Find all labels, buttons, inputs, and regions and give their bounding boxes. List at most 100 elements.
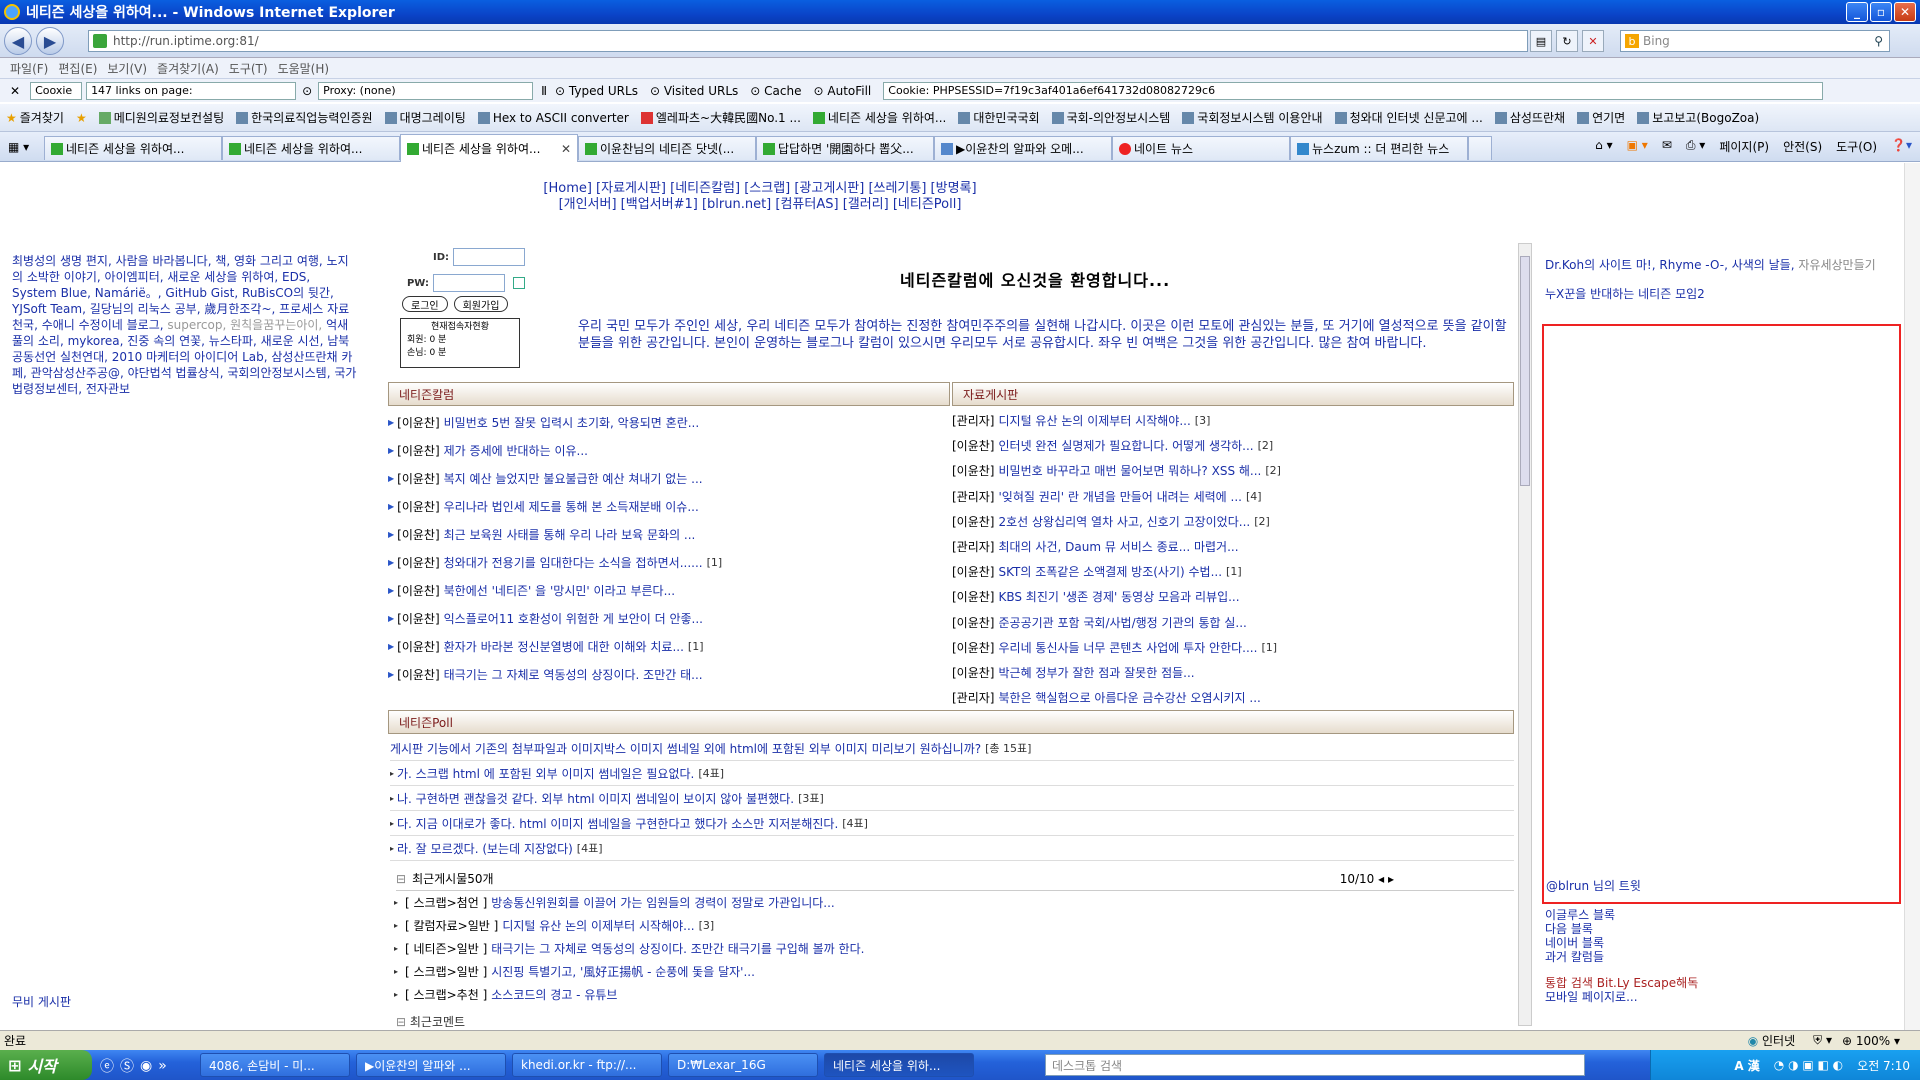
recent-item[interactable]: ▸ [ 스크랩>추천 ] 소스코드의 경고 - 유튜브	[390, 983, 1514, 1006]
search-icon[interactable]: ⚲	[1874, 34, 1883, 48]
tab[interactable]: 답답하면 '開園하다 뽑父...	[756, 136, 934, 160]
item-title-link[interactable]: '잊혀질 권리' 란 개념을 만들어 내려는 세력에 ...	[998, 488, 1241, 505]
fav-item[interactable]: 연기면	[1577, 109, 1625, 126]
tab-close-icon[interactable]: ✕	[561, 142, 571, 156]
toolbar-close-icon[interactable]: ✕	[10, 84, 20, 98]
list-item[interactable]: ▶ [이윤찬] 복지 예산 늘었지만 불요불급한 예산 쳐내기 없는 ...	[388, 464, 948, 492]
tab[interactable]: ▶이윤찬의 알파와 오메...	[934, 136, 1112, 160]
recent-pager[interactable]: 10/10 ◂ ▸	[1340, 872, 1394, 886]
item-title-link[interactable]: 우리네 통신사들 너무 콘텐츠 사업에 투자 안한다....	[998, 639, 1257, 656]
list-item[interactable]: ▶ [이윤찬] 제가 증세에 반대하는 이유...	[388, 436, 948, 464]
site-nav-line1[interactable]: [Home] [자료게시판] [네티즌칼럼] [스크랩] [광고게시판] [쓰레…	[0, 181, 1520, 197]
item-title-link[interactable]: 비밀번호 바꾸라고 매번 물어보면 뭐하나? XSS 해...	[998, 462, 1261, 479]
right-group-link[interactable]: 누X꾼을 반대하는 네티즌 모임2	[1545, 287, 1905, 302]
list-item[interactable]: ▶ [이윤찬] 환자가 바라본 정신분열병에 대한 이해와 치료... [1]	[388, 632, 948, 660]
stop-icon[interactable]: ✕	[1582, 30, 1604, 52]
fav-item[interactable]: 국회정보시스템 이용안내	[1182, 109, 1323, 126]
list-item[interactable]: [이윤찬] KBS 최진기 '생존 경제' 동영상 모음과 리뷰입...	[952, 584, 1512, 609]
item-title-link[interactable]: 2호선 상왕십리역 열차 사고, 신호기 고장이었다...	[998, 513, 1250, 530]
poll-option[interactable]: ▸ 가. 스크랩 html 에 포함된 외부 이미지 썸네일은 필요없다. [4표]	[390, 761, 1514, 786]
item-title-link[interactable]: 소스코드의 경고 - 유튜브	[491, 986, 617, 1003]
mail-icon[interactable]: ✉	[1662, 138, 1672, 155]
poll-option-text[interactable]: 다. 지금 이대로가 좋다. html 이미지 썸네일을 구현한다고 했다가 소…	[397, 815, 838, 832]
item-title-link[interactable]: 방송통신위원회를 이끌어 가는 임원들의 경력이 정말로 가관입니다...	[491, 894, 834, 911]
toolbar-pause-icon[interactable]: Ⅱ	[541, 84, 547, 98]
pw-input[interactable]	[433, 274, 505, 292]
site-nav-line2[interactable]: [개인서버] [백업서버#1] [blrun.net] [컴퓨터AS] [갤러리…	[0, 197, 1520, 213]
cookie-dropdown[interactable]: Cooxie	[30, 81, 83, 100]
list-item[interactable]: [이윤찬] SKT의 조폭같은 소액결제 방조(사기) 수법... [1]	[952, 559, 1512, 584]
item-title-link[interactable]: 제가 증세에 반대하는 이유...	[444, 442, 588, 459]
search-input[interactable]: b Bing ⚲	[1620, 30, 1890, 52]
blog-link[interactable]: 과거 칼럼들	[1545, 950, 1698, 964]
menu-help[interactable]: 도움말(H)	[278, 60, 330, 77]
fav-item[interactable]: 대한민국국회	[958, 109, 1040, 126]
list-item[interactable]: [관리자] '잊혀질 권리' 란 개념을 만들어 내려는 세력에 ... [4]	[952, 484, 1512, 509]
task-button[interactable]: D:₩Lexar_16G	[668, 1053, 818, 1077]
minimize-button[interactable]: _	[1846, 2, 1868, 22]
list-item[interactable]: ▶ [이윤찬] 북한에선 '네티즌' 을 '망시민' 이라고 부른다...	[388, 576, 948, 604]
item-title-link[interactable]: 우리나라 법인세 제도를 통해 본 소득재분배 이슈...	[444, 498, 699, 515]
page-scrollbar[interactable]	[1904, 163, 1920, 1030]
content-scrollbar[interactable]	[1518, 243, 1532, 1026]
menu-view[interactable]: 보기(V)	[107, 60, 147, 77]
item-title-link[interactable]: 박근혜 정부가 잘한 점과 잘못한 점들...	[998, 664, 1194, 681]
poll-option[interactable]: ▸ 나. 구현하면 괜찮을것 같다. 외부 html 이미지 썸네일이 보이지 않…	[390, 786, 1514, 811]
toolbar-settings-icon[interactable]: ⊙	[302, 84, 312, 98]
join-button[interactable]: 회원가입	[453, 296, 509, 312]
mobile-link[interactable]: 모바일 페이지로...	[1545, 990, 1698, 1004]
id-input[interactable]	[453, 248, 525, 266]
poll-option-text[interactable]: 나. 구현하면 괜찮을것 같다. 외부 html 이미지 썸네일이 보이지 않아…	[397, 790, 794, 807]
close-button[interactable]: ✕	[1894, 2, 1916, 22]
new-tab-button[interactable]	[1468, 136, 1492, 160]
forward-button[interactable]: ▶	[36, 27, 64, 55]
tab[interactable]: 네티즌 세상을 위하여...	[44, 136, 222, 160]
poll-option-text[interactable]: 라. 잘 모르겠다. (보는데 지장없다)	[397, 840, 573, 857]
item-title-link[interactable]: 최대의 사건, Daum 뮤 서비스 종료... 마렵거...	[998, 538, 1238, 555]
collapse-icon[interactable]: ⊟	[396, 872, 406, 886]
item-title-link[interactable]: 인터넷 완전 실명제가 필요합니다. 어떻게 생각하...	[998, 437, 1253, 454]
item-title-link[interactable]: 익스플로어11 호환성이 위험한 게 보안이 더 안좋...	[444, 610, 703, 627]
tab-active[interactable]: 네티즌 세상을 위하여... ✕	[400, 134, 578, 162]
list-item[interactable]: [이윤찬] 준공공기관 포함 국회/사법/행정 기관의 통합 실...	[952, 610, 1512, 635]
tab[interactable]: 뉴스zum :: 더 편리한 뉴스	[1290, 136, 1468, 160]
item-title-link[interactable]: 디지털 유산 논의 이제부터 시작해야...	[998, 412, 1190, 429]
task-button-active[interactable]: 네티즌 세상을 위하...	[824, 1053, 974, 1077]
back-button[interactable]: ◀	[4, 27, 32, 55]
fav-item[interactable]: 대명그레이팅	[384, 109, 466, 126]
fav-item[interactable]: 메디원의료정보컨설팅	[98, 109, 224, 126]
blog-link[interactable]: 다음 블록	[1545, 922, 1698, 936]
list-item[interactable]: [관리자] 최대의 사건, Daum 뮤 서비스 종료... 마렵거...	[952, 534, 1512, 559]
recent-item[interactable]: ▸ [ 스크랩>일반 ] 시진핑 특별기고, '風好正揚帆 - 순풍에 돛을 달자'…	[390, 960, 1514, 983]
menu-edit[interactable]: 편집(E)	[58, 60, 97, 77]
item-title-link[interactable]: 태극기는 그 자체로 역동성의 상징이다. 조만간 태...	[444, 666, 703, 683]
item-title-link[interactable]: 환자가 바라본 정신분열병에 대한 이해와 치료...	[444, 638, 684, 655]
menu-tools[interactable]: 도구(T)	[229, 60, 268, 77]
fav-item[interactable]: 청와대 인터넷 신문고에 ...	[1334, 109, 1483, 126]
item-title-link[interactable]: 시진핑 특별기고, '風好正揚帆 - 순풍에 돛을 달자'...	[491, 963, 755, 980]
rss-icon[interactable]: ▣ ▾	[1627, 138, 1648, 155]
movie-board-link[interactable]: 무비 게시판	[12, 993, 71, 1010]
fav-item[interactable]: 보고보고(BogoZoa)	[1637, 109, 1759, 126]
fav-item[interactable]: 삼성뜨란채	[1494, 109, 1565, 126]
proxy-dropdown[interactable]: Proxy: (none)	[318, 81, 534, 100]
item-title-link[interactable]: 태극기는 그 자체로 역동성의 상징이다. 조만간 태극기를 구입해 볼까 한다…	[491, 940, 864, 957]
item-title-link[interactable]: 청와대가 전용기를 임대한다는 소식을 접하면서......	[444, 554, 703, 571]
item-title-link[interactable]: 북한에선 '네티즌' 을 '망시민' 이라고 부른다...	[444, 582, 675, 599]
list-item[interactable]: ▶ [이윤찬] 우리나라 법인세 제도를 통해 본 소득재분배 이슈...	[388, 492, 948, 520]
fav-item[interactable]: 국회-의안정보시스템	[1051, 109, 1170, 126]
item-title-link[interactable]: 최근 보육원 사태를 통해 우리 나라 보육 문화의 ...	[444, 526, 696, 543]
chrome-icon[interactable]: ◉	[140, 1058, 152, 1074]
list-item[interactable]: [이윤찬] 우리네 통신사들 너무 콘텐츠 사업에 투자 안한다.... [1]	[952, 635, 1512, 660]
tab[interactable]: 네티즌 세상을 위하여...	[222, 136, 400, 160]
right-links-gray[interactable]: 자유세상만들기	[1798, 258, 1875, 272]
home-icon[interactable]: ⌂ ▾	[1595, 138, 1612, 155]
safety-menu[interactable]: 안전(S)	[1783, 138, 1822, 155]
tab[interactable]: 이윤찬님의 네티즌 닷넷(...	[578, 136, 756, 160]
maximize-button[interactable]: ▫	[1870, 2, 1892, 22]
task-button[interactable]: ▶이윤찬의 알파와 ...	[356, 1053, 506, 1077]
bitly-search-link[interactable]: 통합 검색 Bit.Ly Escape해독	[1545, 976, 1698, 990]
tools-menu[interactable]: 도구(O)	[1836, 138, 1877, 155]
menu-favorites[interactable]: 즐겨찾기(A)	[157, 60, 219, 77]
list-item[interactable]: [이윤찬] 2호선 상왕십리역 열차 사고, 신호기 고장이었다... [2]	[952, 509, 1512, 534]
